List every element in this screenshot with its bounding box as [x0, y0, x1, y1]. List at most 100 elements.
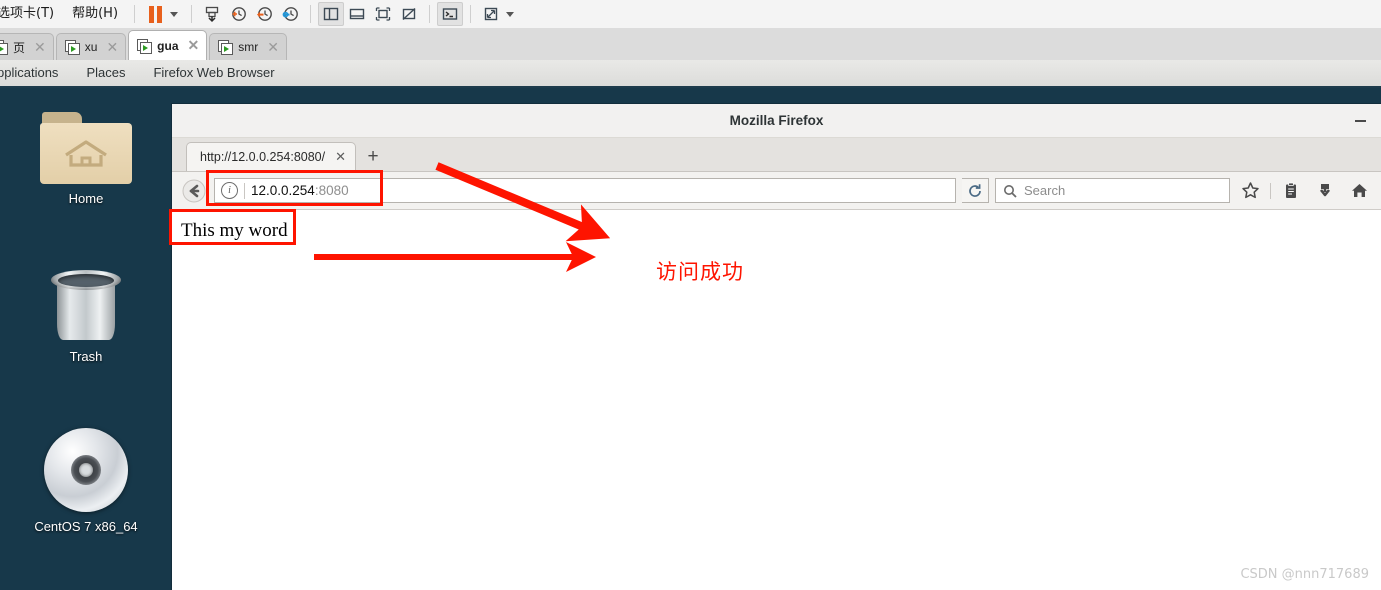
terminal-icon [442, 8, 458, 20]
desktop-icon-label: Home [68, 191, 104, 206]
url-text: 12.0.0.254:8080 [251, 183, 349, 198]
vm-tab-label: gua [157, 38, 179, 53]
url-port: :8080 [314, 183, 349, 198]
toolbar-separator [191, 5, 193, 23]
screenshot-root: 选项卡(T) 帮助(H) 页 ✕ xu ✕ gua ✕ smr ✕ pplica… [0, 0, 1381, 590]
power-dropdown-chevron-down-icon[interactable] [170, 11, 179, 17]
menu-tabs[interactable]: 选项卡(T) [0, 0, 63, 28]
reading-list-button[interactable] [1277, 177, 1305, 205]
toolbar-separator [429, 5, 431, 23]
cd-disc-icon [44, 428, 128, 512]
minimize-button[interactable] [1348, 104, 1372, 137]
page-viewport: This my word [172, 210, 1381, 590]
vm-icon [0, 40, 8, 55]
vm-tab-close-icon[interactable]: ✕ [267, 39, 279, 56]
browser-tab[interactable]: http://12.0.0.254:8080/ ✕ [186, 142, 357, 171]
url-bar[interactable]: i 12.0.0.254:8080 [214, 178, 956, 203]
new-tab-button[interactable]: + [356, 142, 390, 171]
bookmark-button[interactable] [1236, 177, 1264, 205]
vm-tab-label: 页 [13, 40, 26, 55]
vm-tab-label: xu [84, 40, 98, 54]
downloads-icon [1319, 183, 1331, 196]
vm-tab-label: smr [238, 40, 259, 54]
console-button[interactable] [437, 2, 464, 26]
vm-icon [218, 40, 234, 55]
annotation-success-text: 访问成功 [656, 260, 744, 284]
vm-tab-smr[interactable]: smr ✕ [209, 33, 287, 60]
url-divider [244, 182, 245, 199]
places-menu[interactable]: Places [72, 60, 139, 86]
house-glyph [65, 140, 107, 167]
downloads-button[interactable] [1311, 177, 1339, 205]
firefox-titlebar: Mozilla Firefox [172, 104, 1381, 138]
toolbar-separator [134, 5, 136, 23]
firefox-window: Mozilla Firefox http://12.0.0.254:8080/ … [172, 104, 1381, 590]
vmware-toolbar: 选项卡(T) 帮助(H) [0, 0, 1381, 29]
search-placeholder: Search [1024, 183, 1066, 198]
snapshot-icon [205, 6, 219, 23]
desktop-icon-centos-disc[interactable]: CentOS 7 x86_64 [0, 428, 172, 534]
unity-mode-button[interactable] [396, 2, 422, 26]
gnome-top-panel: pplications Places Firefox Web Browser [0, 60, 1381, 88]
show-sidebar-button[interactable] [318, 2, 345, 26]
trash-icon [51, 268, 121, 342]
vm-tab-gua[interactable]: gua ✕ [128, 30, 208, 60]
stretch-icon [484, 7, 498, 21]
close-icon[interactable]: ✕ [335, 149, 346, 165]
vm-tab-0[interactable]: 页 ✕ [0, 33, 54, 60]
menu-help[interactable]: 帮助(H) [63, 0, 127, 28]
fullscreen-icon [375, 7, 391, 21]
back-button[interactable] [180, 177, 208, 205]
fullscreen-button[interactable] [370, 2, 396, 26]
desktop-icons: Home Trash CentOS 7 x86_64 [0, 88, 172, 590]
home-icon [1351, 184, 1367, 197]
thumbnail-bar-icon [349, 8, 365, 20]
page-body-text: This my word [181, 220, 288, 241]
sidebar-icon [323, 7, 339, 21]
watermark: CSDN @nnn717689 [1240, 567, 1369, 582]
reading-list-icon [1286, 182, 1296, 198]
desktop-icon-label: Trash [69, 349, 103, 364]
vmware-tab-strip: 页 ✕ xu ✕ gua ✕ smr ✕ [0, 28, 1381, 61]
toolbar-separator [310, 5, 312, 23]
show-thumbnail-bar-button[interactable] [344, 2, 370, 26]
vm-tab-close-icon[interactable]: ✕ [106, 39, 118, 56]
url-host: 12.0.0.254 [251, 183, 315, 198]
stretch-dropdown-chevron-down-icon[interactable] [506, 11, 515, 17]
navbar-divider [1270, 182, 1271, 199]
vm-tab-close-icon[interactable]: ✕ [188, 37, 200, 54]
firefox-web-browser-menu[interactable]: Firefox Web Browser [139, 60, 288, 86]
bookmark-star-icon [1241, 182, 1259, 199]
unity-off-icon [402, 7, 416, 21]
firefox-tabbar: http://12.0.0.254:8080/ ✕ + [172, 138, 1381, 172]
revert-snapshot-button[interactable] [251, 2, 277, 26]
desktop-icon-home[interactable]: Home [0, 112, 172, 206]
site-info-icon[interactable]: i [221, 182, 238, 199]
vm-tab-xu[interactable]: xu ✕ [55, 33, 127, 60]
vm-icon [64, 40, 80, 55]
clock-plus-icon [232, 7, 246, 21]
take-snapshot-button[interactable] [225, 2, 251, 26]
clock-back-icon [257, 7, 272, 21]
applications-menu[interactable]: pplications [0, 60, 72, 86]
firefox-navbar: i 12.0.0.254:8080 Search [172, 172, 1381, 210]
vm-tab-close-icon[interactable]: ✕ [34, 39, 46, 56]
snapshot-button[interactable] [199, 2, 225, 26]
stretch-button[interactable] [478, 2, 504, 26]
reload-button[interactable] [962, 178, 989, 203]
suspend-button[interactable] [142, 2, 168, 26]
vm-icon [137, 38, 153, 54]
clock-settings-icon [282, 7, 298, 21]
minimize-icon [1354, 119, 1366, 122]
home-folder-icon [40, 112, 132, 184]
snapshot-manager-button[interactable] [277, 2, 303, 26]
reload-icon [969, 183, 981, 197]
desktop-icon-trash[interactable]: Trash [0, 268, 172, 364]
search-input[interactable]: Search [995, 178, 1230, 203]
window-title: Mozilla Firefox [729, 113, 824, 128]
home-button[interactable] [1345, 177, 1373, 205]
desktop-icon-label: CentOS 7 x86_64 [34, 519, 138, 534]
browser-tab-title: http://12.0.0.254:8080/ [200, 150, 326, 164]
toolbar-separator [470, 5, 472, 23]
pause-icon [148, 5, 162, 23]
